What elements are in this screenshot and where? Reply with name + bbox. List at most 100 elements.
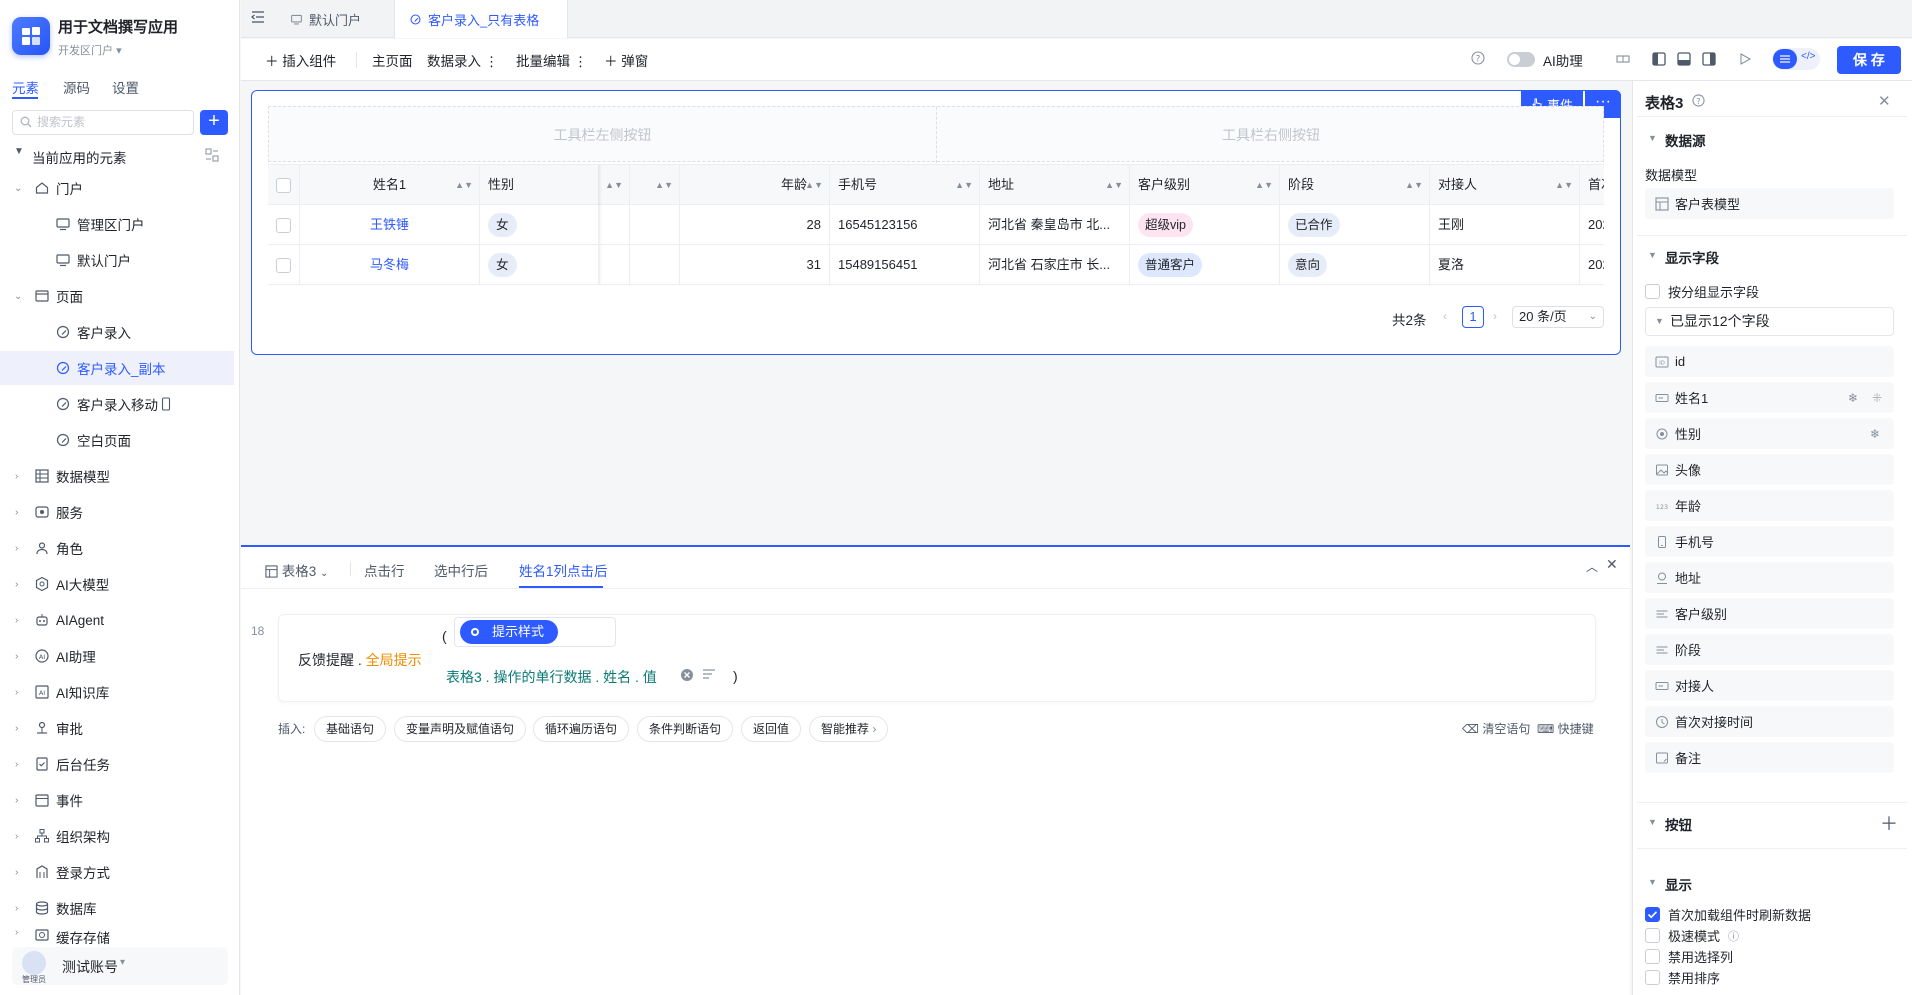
group-display-checkbox[interactable]: 按分组显示字段: [1645, 282, 1759, 301]
tab-elements[interactable]: 元素: [12, 77, 39, 97]
tree-item[interactable]: › 审批: [0, 711, 234, 745]
help-icon[interactable]: ?: [1692, 94, 1705, 107]
freeze-icon[interactable]: ❄: [1848, 391, 1858, 405]
sort-icon[interactable]: ▲▼: [655, 165, 673, 204]
display-option-checkbox[interactable]: 禁用排序: [1645, 968, 1720, 987]
tree-item[interactable]: › 数据库: [0, 891, 234, 925]
column-header[interactable]: 姓名1 ▲▼: [300, 165, 480, 205]
cell-name[interactable]: 王铁锤: [300, 205, 480, 245]
field-item[interactable]: 地址: [1645, 562, 1894, 593]
column-header[interactable]: 客户级别 ▲▼: [1130, 165, 1280, 205]
tree-item-customer-entry-copy[interactable]: 客户录入_副本: [0, 351, 234, 385]
tree-item[interactable]: › 服务: [0, 495, 234, 529]
caret-down-icon[interactable]: ▼: [1648, 877, 1657, 887]
tree-item[interactable]: › 后台任务: [0, 747, 234, 781]
column-header[interactable]: 性别 ▲▼: [480, 165, 630, 205]
next-page-icon[interactable]: ›: [1493, 309, 1497, 323]
tree-item-portal[interactable]: ⌄ 门户: [0, 171, 234, 205]
tree-item[interactable]: › 组织架构: [0, 819, 234, 853]
sort-icon[interactable]: ▲▼: [1255, 165, 1273, 204]
tree-item[interactable]: › 事件: [0, 783, 234, 817]
field-item[interactable]: 首次对接时间: [1645, 706, 1894, 737]
field-item[interactable]: 备注: [1645, 742, 1894, 773]
sort-icon[interactable]: ▲▼: [805, 165, 823, 204]
model-selector[interactable]: 客户表模型: [1645, 188, 1894, 219]
home-page-button[interactable]: 主页面: [372, 50, 413, 70]
insert-basic-statement[interactable]: 基础语句: [314, 716, 387, 742]
save-button[interactable]: 保 存: [1837, 46, 1901, 74]
clear-expression-icon[interactable]: [680, 668, 694, 682]
field-item[interactable]: 头像: [1645, 454, 1894, 485]
field-item[interactable]: ID id: [1645, 346, 1894, 377]
sort-icon[interactable]: ▲▼: [1405, 165, 1423, 204]
sort-icon[interactable]: ▲▼: [1555, 165, 1573, 204]
portal-selector[interactable]: 开发区门户 ▾: [58, 42, 122, 58]
tree-item[interactable]: › 角色: [0, 531, 234, 565]
account-switcher[interactable]: 管理员 测试账号 ▾: [12, 947, 228, 985]
field-item[interactable]: 性别 ❄: [1645, 418, 1894, 449]
row-checkbox[interactable]: [268, 245, 300, 285]
layout-bottom-icon[interactable]: [1677, 52, 1691, 66]
display-option-checkbox[interactable]: 首次加载组件时刷新数据: [1645, 905, 1811, 924]
field-item[interactable]: 客户级别: [1645, 598, 1894, 629]
toolbar-left-slot[interactable]: 工具栏左侧按钮: [269, 107, 937, 163]
page-size-select[interactable]: 20 条/页 ⌄: [1512, 306, 1604, 328]
tab-name-column-click[interactable]: 姓名1列点击后: [519, 560, 608, 580]
shortcut-button[interactable]: ⌨ 快捷键: [1537, 720, 1594, 737]
caret-down-icon[interactable]: ▼: [1648, 133, 1657, 143]
tab-row-selected[interactable]: 选中行后: [434, 560, 488, 580]
popup-button[interactable]: ＋ 弹窗: [604, 50, 648, 70]
insert-return-value[interactable]: 返回值: [741, 716, 802, 742]
insert-variable-statement[interactable]: 变量声明及赋值语句: [394, 716, 527, 742]
prev-page-icon[interactable]: ‹: [1443, 309, 1447, 323]
insert-condition-statement[interactable]: 条件判断语句: [637, 716, 734, 742]
column-header[interactable]: 手机号 ▲▼: [830, 165, 980, 205]
view-mode-switch[interactable]: </>: [1772, 48, 1820, 70]
tree-collapse-icon[interactable]: [205, 148, 219, 162]
tab-customer-entry-table[interactable]: 客户录入_只有表格: [394, 0, 568, 38]
insert-component-button[interactable]: ＋ 插入组件: [265, 50, 336, 70]
column-header[interactable]: 首次对接: [1580, 165, 1604, 205]
layout-right-icon[interactable]: [1702, 52, 1716, 66]
tree-item-admin-portal[interactable]: 管理区门户: [0, 207, 234, 241]
expression[interactable]: 表格3 . 操作的单行数据 . 姓名 . 值: [446, 667, 657, 687]
display-option-checkbox[interactable]: 极速模式 ⓘ: [1645, 926, 1739, 945]
tree-item-customer-entry-mobile[interactable]: 客户录入移动: [0, 387, 234, 421]
toolbar-right-slot[interactable]: 工具栏右侧按钮: [937, 107, 1605, 163]
batch-edit-menu[interactable]: 批量编辑 ⋮: [516, 50, 587, 70]
ai-assistant-toggle[interactable]: [1507, 52, 1535, 67]
caret-down-icon[interactable]: ▼: [1648, 250, 1657, 260]
help-icon[interactable]: ?: [1471, 51, 1485, 65]
field-item[interactable]: 阶段: [1645, 634, 1894, 665]
add-element-button[interactable]: +: [200, 110, 228, 135]
column-header[interactable]: 阶段 ▲▼: [1280, 165, 1430, 205]
column-header[interactable]: 地址 ▲▼: [980, 165, 1130, 205]
page-number[interactable]: 1: [1462, 306, 1484, 328]
row-checkbox[interactable]: [268, 205, 300, 245]
sort-icon[interactable]: ▲▼: [605, 165, 623, 204]
format-icon[interactable]: [702, 667, 716, 681]
statement-text[interactable]: 反馈提醒 . 全局提示: [298, 650, 422, 670]
search-input[interactable]: 搜索元素: [12, 110, 194, 135]
column-header[interactable]: 对接人 ▲▼: [1430, 165, 1580, 205]
tree-item-customer-entry[interactable]: 客户录入: [0, 315, 234, 349]
tab-row-click[interactable]: 点击行: [364, 560, 405, 580]
insert-loop-statement[interactable]: 循环遍历语句: [533, 716, 630, 742]
shown-fields-toggle[interactable]: ▼ 已显示12个字段: [1645, 307, 1894, 336]
tab-default-portal[interactable]: 默认门户: [276, 0, 392, 38]
field-item[interactable]: 123 年龄: [1645, 490, 1894, 521]
tree-item[interactable]: › 数据模型: [0, 459, 234, 493]
tree-item[interactable]: › 登录方式: [0, 855, 234, 889]
sort-icon[interactable]: ▲▼: [955, 165, 973, 204]
field-item[interactable]: 对接人: [1645, 670, 1894, 701]
data-entry-menu[interactable]: 数据录入 ⋮: [427, 50, 498, 70]
chevron-up-icon[interactable]: ︿: [1586, 558, 1598, 575]
clear-statements-button[interactable]: ⌫ 清空语句: [1462, 720, 1530, 737]
table-row[interactable]: 王铁锤 女 28 16545123156 河北省 秦皇岛市 北... 超级vip…: [268, 205, 1604, 245]
insert-smart-recommend[interactable]: 智能推荐 ›: [809, 716, 889, 742]
add-button-icon[interactable]: ＋: [1880, 810, 1898, 836]
table-row[interactable]: 马冬梅 女 31 15489156451 河北省 石家庄市 长... 普通客户 …: [268, 245, 1604, 285]
sort-icon[interactable]: ▲▼: [455, 165, 473, 204]
tree-item-pages[interactable]: ⌄ 页面: [0, 279, 234, 313]
display-option-checkbox[interactable]: 禁用选择列: [1645, 947, 1733, 966]
